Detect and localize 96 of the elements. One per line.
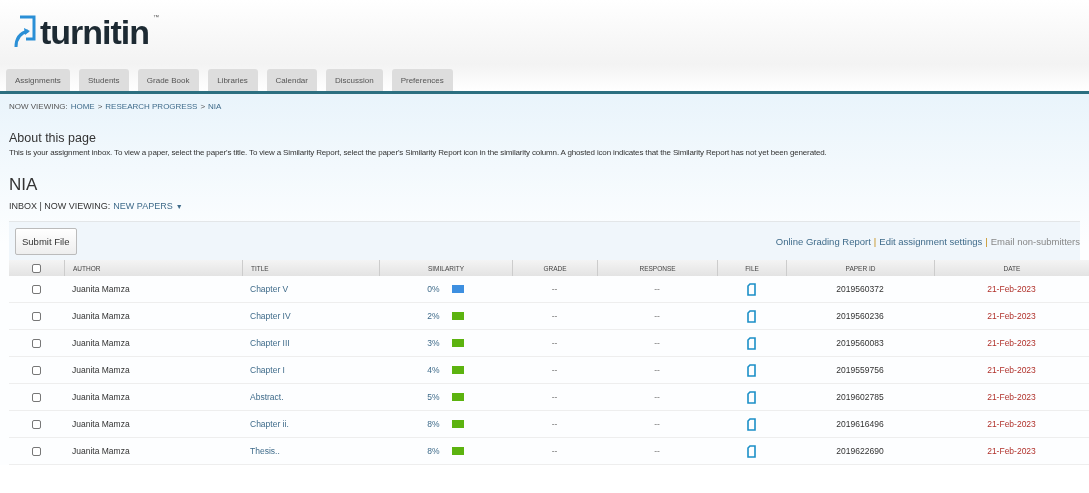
toolbar-link[interactable]: Edit assignment settings [879,235,983,247]
author-cell: Juanita Mamza [72,446,130,456]
paper-id-cell: 2019616496 [836,419,884,429]
nav-tab[interactable]: Assignments [6,69,70,91]
date-cell: 21-Feb-2023 [987,338,1036,348]
view-filter-link[interactable]: NEW PAPERS [113,201,173,211]
logo-text: turnitin [40,15,150,49]
file-icon[interactable] [747,417,756,431]
similarity-report-icon[interactable] [451,285,464,293]
grade-cell: -- [551,338,558,348]
date-cell: 21-Feb-2023 [987,392,1036,402]
nav-tab[interactable]: Preferences [391,69,453,91]
similarity-score[interactable]: 8% [427,419,440,429]
paper-title-link[interactable]: Chapter V [250,284,289,294]
file-icon[interactable] [747,309,756,323]
response-cell: -- [654,284,660,294]
similarity-report-icon[interactable] [451,447,464,455]
grade-cell: -- [551,311,558,321]
similarity-score[interactable]: 3% [427,338,440,348]
similarity-report-icon[interactable] [451,312,464,320]
row-checkbox[interactable] [32,446,41,456]
file-icon[interactable] [747,444,756,458]
submit-file-button[interactable]: Submit File [15,227,77,255]
paper-id-cell: 2019560083 [836,338,884,348]
paper-id-cell: 2019560236 [836,311,884,321]
logo-icon [12,15,36,49]
paper-id-cell: 2019559756 [836,365,884,375]
nav-tab[interactable]: Grade Book [137,69,199,91]
nav-tab[interactable]: Discussion [325,69,383,91]
paper-title-link[interactable]: Chapter ii. [250,419,289,429]
nav-tab[interactable]: Libraries [207,69,258,91]
row-checkbox[interactable] [32,419,41,429]
similarity-report-icon[interactable] [451,366,464,374]
inbox-label: INBOX | NOW VIEWING: [9,201,111,211]
similarity-score[interactable]: 5% [427,392,440,402]
assignment-title: NIA [9,175,39,195]
file-icon[interactable] [747,336,756,350]
row-checkbox[interactable] [32,311,41,321]
grade-cell: -- [551,419,558,429]
similarity-score[interactable]: 4% [427,365,440,375]
similarity-score[interactable]: 0% [427,284,440,294]
description-text: This is your assignment inbox. To view a paper, select the paper's title. To view a Similarity Report, select the paper's Similarity Report icon in the similarity column. A ghosted icon indicates that the Similarity Report has not yet been generated. [9,148,828,157]
author-cell: Juanita Mamza [72,311,130,321]
select-all-checkbox[interactable] [32,263,41,273]
grade-cell: -- [551,392,558,402]
row-checkbox[interactable] [32,392,41,402]
author-cell: Juanita Mamza [72,284,130,294]
similarity-report-icon[interactable] [451,420,464,428]
paper-id-cell: 2019560372 [836,284,884,294]
nav-tab[interactable]: Calendar [266,69,317,91]
breadcrumb-link[interactable]: HOME [70,102,95,111]
breadcrumb-separator: > [200,102,206,111]
response-cell: -- [654,419,660,429]
link-separator: | [873,235,877,247]
breadcrumb-separator: > [97,102,103,111]
row-checkbox[interactable] [32,284,41,294]
paper-title-link[interactable]: Chapter I [250,365,285,375]
breadcrumb-link[interactable]: RESEARCH PROGRESS [105,102,198,111]
paper-id-cell: 2019622690 [836,446,884,456]
file-icon[interactable] [747,390,756,404]
author-cell: Juanita Mamza [72,419,130,429]
link-separator: | [985,235,988,247]
section-heading: About this page [9,131,97,145]
breadcrumb-label: NOW VIEWING: [9,102,68,111]
date-cell: 21-Feb-2023 [987,419,1036,429]
similarity-report-icon[interactable] [451,339,464,347]
author-cell: Juanita Mamza [72,365,130,375]
nav-tab[interactable]: Students [78,69,129,91]
response-cell: -- [654,446,660,456]
date-cell: 21-Feb-2023 [987,446,1036,456]
paper-id-cell: 2019602785 [836,392,884,402]
author-cell: Juanita Mamza [72,338,130,348]
similarity-score[interactable]: 2% [427,311,440,321]
paper-title-link[interactable]: Abstract. [250,392,284,402]
grade-cell: -- [551,365,558,375]
row-checkbox[interactable] [32,365,41,375]
response-cell: -- [654,311,660,321]
grade-cell: -- [551,284,558,294]
row-checkbox[interactable] [32,338,41,348]
response-cell: -- [654,338,660,348]
file-icon[interactable] [747,363,756,377]
similarity-report-icon[interactable] [451,393,464,401]
paper-title-link[interactable]: Chapter IV [250,311,291,321]
similarity-score[interactable]: 8% [427,446,440,456]
paper-title-link[interactable]: Chapter III [250,338,290,348]
paper-title-link[interactable]: Thesis.. [250,446,280,456]
response-cell: -- [654,392,660,402]
response-cell: -- [654,365,660,375]
date-cell: 21-Feb-2023 [987,365,1036,375]
author-cell: Juanita Mamza [72,392,130,402]
date-cell: 21-Feb-2023 [987,311,1036,321]
grade-cell: -- [551,446,558,456]
toolbar-link[interactable]: Online Grading Report [775,235,871,247]
breadcrumb-link[interactable]: NIA [208,102,222,111]
date-cell: 21-Feb-2023 [987,284,1036,294]
file-icon[interactable] [747,282,756,296]
